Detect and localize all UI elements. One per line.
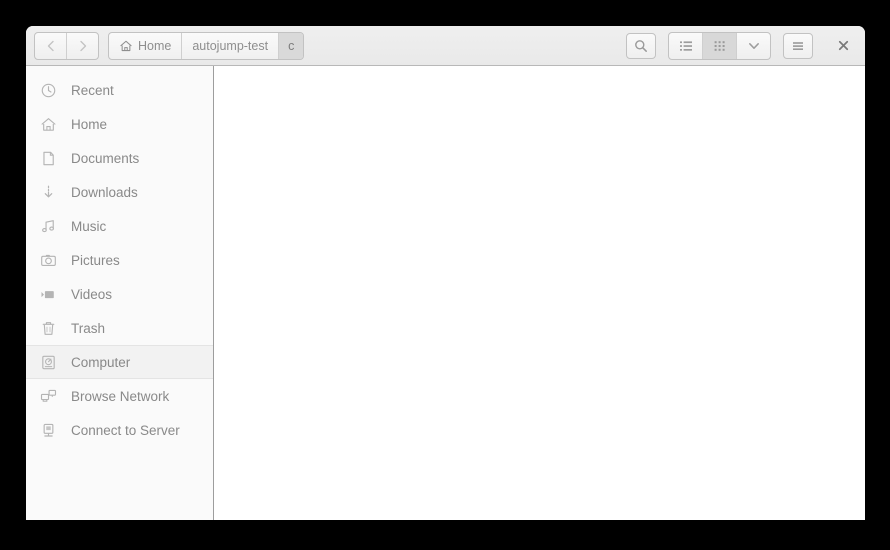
search-button[interactable] — [626, 32, 656, 59]
grid-view-button[interactable] — [702, 32, 736, 59]
header-bar: Home autojump-test c — [26, 26, 865, 66]
file-list-view[interactable] — [214, 66, 865, 520]
sidebar-item-music[interactable]: Music — [26, 209, 213, 243]
list-view-icon — [679, 40, 692, 51]
sidebar-item-documents[interactable]: Documents — [26, 141, 213, 175]
sidebar-item-downloads[interactable]: Downloads — [26, 175, 213, 209]
sidebar-item-label: Browse Network — [71, 388, 170, 404]
clock-icon — [40, 82, 57, 99]
header-left-group: Home autojump-test c — [34, 31, 305, 60]
view-toggle-group — [668, 31, 771, 60]
computer-icon — [40, 354, 57, 371]
sidebar-item-videos[interactable]: Videos — [26, 277, 213, 311]
breadcrumb: Home autojump-test c — [108, 31, 305, 60]
home-icon — [120, 40, 132, 51]
sidebar: Recent Home Documents Downloads Music Pi… — [26, 66, 214, 520]
sidebar-item-trash[interactable]: Trash — [26, 311, 213, 345]
sidebar-item-computer[interactable]: Computer — [26, 345, 213, 379]
file-manager-window: Home autojump-test c Recent Home Documen… — [26, 26, 865, 520]
window-body: Recent Home Documents Downloads Music Pi… — [26, 66, 865, 520]
sidebar-item-label: Documents — [71, 150, 140, 166]
list-view-button[interactable] — [669, 33, 702, 59]
sidebar-item-label: Home — [71, 116, 108, 132]
breadcrumb-item-label: Home — [138, 38, 172, 53]
sidebar-item-label: Pictures — [71, 252, 120, 268]
breadcrumb-item-autojump-test[interactable]: autojump-test — [181, 32, 278, 59]
sidebar-item-home[interactable]: Home — [26, 107, 213, 141]
server-icon — [40, 422, 57, 439]
sidebar-item-label: Videos — [71, 286, 113, 302]
hamburger-menu-icon — [793, 41, 803, 50]
sidebar-item-connect-to-server[interactable]: Connect to Server — [26, 413, 213, 447]
desktop-background: Home autojump-test c Recent Home Documen… — [0, 0, 890, 550]
music-icon — [40, 218, 57, 235]
sidebar-item-browse-network[interactable]: Browse Network — [26, 379, 213, 413]
sidebar-item-label: Downloads — [71, 184, 138, 200]
grid-view-icon — [714, 40, 725, 51]
document-icon — [40, 150, 57, 167]
sidebar-item-recent[interactable]: Recent — [26, 73, 213, 107]
back-button[interactable] — [35, 33, 66, 59]
breadcrumb-item-home[interactable]: Home — [109, 33, 181, 59]
close-icon — [838, 40, 848, 51]
home-icon — [40, 116, 57, 133]
close-window-button[interactable] — [829, 33, 857, 59]
chevron-down-icon — [748, 42, 759, 49]
sidebar-item-label: Music — [71, 218, 107, 234]
download-icon — [40, 184, 57, 201]
breadcrumb-item-c[interactable]: c — [278, 32, 304, 59]
network-icon — [40, 388, 57, 405]
chevron-right-icon — [79, 40, 86, 51]
view-options-button[interactable] — [736, 32, 770, 59]
search-icon — [635, 39, 647, 52]
camera-icon — [40, 252, 57, 269]
header-right-group — [626, 31, 857, 60]
chevron-left-icon — [47, 40, 54, 51]
breadcrumb-item-label: autojump-test — [192, 38, 269, 53]
menu-button[interactable] — [783, 32, 813, 59]
sidebar-item-label: Computer — [71, 354, 131, 370]
sidebar-item-label: Connect to Server — [71, 422, 180, 438]
forward-button[interactable] — [66, 32, 98, 59]
sidebar-item-pictures[interactable]: Pictures — [26, 243, 213, 277]
sidebar-item-label: Recent — [71, 82, 114, 98]
navigation-button-group — [34, 31, 99, 60]
sidebar-item-label: Trash — [71, 320, 106, 336]
trash-icon — [40, 320, 57, 337]
video-icon — [40, 286, 57, 303]
breadcrumb-item-label: c — [288, 38, 295, 53]
